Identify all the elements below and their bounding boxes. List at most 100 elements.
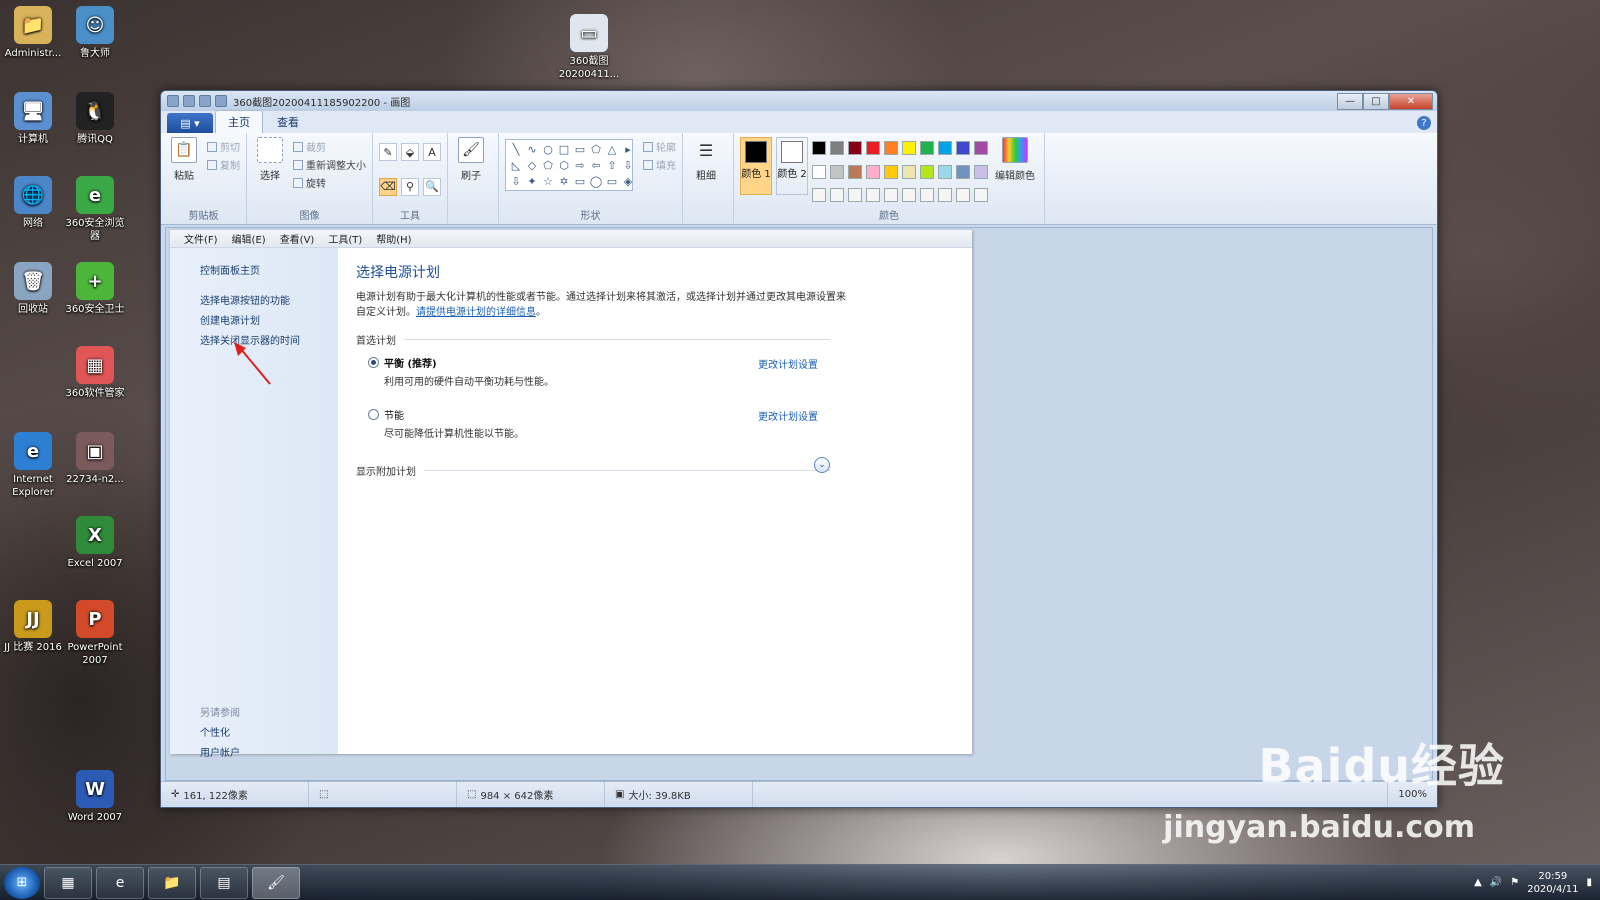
palette-swatch[interactable] <box>812 164 826 179</box>
shape-item[interactable]: ◯ <box>589 175 603 189</box>
palette-swatch[interactable] <box>848 141 862 155</box>
color2-button[interactable]: 颜色 2 <box>776 137 808 195</box>
magnifier-icon[interactable]: 🔍 <box>423 177 441 196</box>
palette-swatch[interactable] <box>884 188 898 203</box>
desktop-icon[interactable]: ☺ 鲁大师 <box>62 6 128 60</box>
shape-item[interactable]: ▭ <box>605 175 619 189</box>
clock[interactable]: 20:59 2020/4/11 <box>1527 870 1578 896</box>
shape-item[interactable]: ⇨ <box>573 159 587 173</box>
shape-item[interactable]: ▸ <box>621 143 635 157</box>
app-menu-button[interactable]: ▤ ▾ <box>167 113 213 133</box>
desktop-icon[interactable]: 🗑 回收站 <box>0 262 66 316</box>
taskbar-paint[interactable]: 🖌 <box>252 866 300 899</box>
shapes-gallery[interactable]: ╲ ∿ ○ □ ▭ ⬠ △ ▸ ◺ ◇ ⬠ ⬡ ⇨ ⇦ ⇧ ⇩ ⇩ ✦ ☆ ✡ ▭ ◯ ▭ ◈ <box>505 139 633 191</box>
fill-bucket-icon[interactable]: ⬙ <box>401 143 419 161</box>
shape-item[interactable]: □ <box>557 143 571 157</box>
desktop-icon[interactable]: W Word 2007 <box>62 770 128 824</box>
palette-swatch[interactable] <box>974 188 988 203</box>
desktop-icon[interactable]: e 360安全浏览器 <box>62 176 128 243</box>
tab-view[interactable]: 查看 <box>265 111 311 133</box>
paste-button[interactable]: 📋 粘贴 <box>167 137 201 208</box>
palette-swatch[interactable] <box>956 188 970 203</box>
network-icon[interactable]: ▲ <box>1474 877 1482 888</box>
shape-item[interactable]: △ <box>605 143 619 157</box>
palette-swatch[interactable] <box>812 141 826 155</box>
palette-swatch[interactable] <box>902 164 916 179</box>
undo-icon[interactable] <box>199 95 211 107</box>
desktop-icon[interactable]: P PowerPoint 2007 <box>62 600 128 667</box>
palette-swatch[interactable] <box>956 164 970 179</box>
shape-item[interactable]: ∿ <box>525 143 539 157</box>
flag-icon[interactable]: ⚑ <box>1510 877 1519 888</box>
palette-swatch[interactable] <box>920 141 934 155</box>
palette-swatch[interactable] <box>884 164 898 179</box>
close-button[interactable]: ✕ <box>1389 92 1433 110</box>
shape-item[interactable]: ✦ <box>525 175 539 189</box>
pencil-icon[interactable]: ✎ <box>379 143 397 161</box>
edit-colors-button[interactable]: 编辑颜色 <box>992 137 1038 208</box>
shape-item[interactable]: ⇧ <box>605 159 619 173</box>
palette-swatch[interactable] <box>902 188 916 203</box>
shape-item[interactable]: ▭ <box>573 143 587 157</box>
shape-item[interactable]: ☆ <box>541 175 555 189</box>
shape-item[interactable]: ○ <box>541 143 555 157</box>
palette-swatch[interactable] <box>866 188 880 203</box>
shape-item[interactable]: ✡ <box>557 175 571 189</box>
shape-item[interactable]: ◺ <box>509 159 523 173</box>
shape-item[interactable]: ▭ <box>573 175 587 189</box>
canvas-area[interactable]: 文件(F) 编辑(E) 查看(V) 工具(T) 帮助(H) 控制面板主页 选择电… <box>165 227 1433 781</box>
palette-swatch[interactable] <box>938 141 952 155</box>
palette-swatch[interactable] <box>956 141 970 155</box>
palette-swatch[interactable] <box>902 141 916 155</box>
shape-item[interactable]: ⬠ <box>541 159 555 173</box>
desktop-icon[interactable]: ▦ 360软件管家 <box>62 346 128 400</box>
palette-swatch[interactable] <box>920 188 934 203</box>
shape-item[interactable]: ⇩ <box>621 159 635 173</box>
taskbar-control-panel[interactable]: ▤ <box>200 866 248 899</box>
palette-swatch[interactable] <box>938 164 952 179</box>
shape-item[interactable]: ⇩ <box>509 175 523 189</box>
copy-button[interactable]: 复制 <box>207 157 240 172</box>
maximize-button[interactable]: □ <box>1363 92 1389 110</box>
palette-swatch[interactable] <box>938 188 952 203</box>
crop-button[interactable]: 裁剪 <box>293 139 366 154</box>
text-tool-icon[interactable]: A <box>423 143 441 161</box>
start-button[interactable]: ⊞ <box>4 866 40 899</box>
palette-swatch[interactable] <box>866 141 880 155</box>
color1-button[interactable]: 颜色 1 <box>740 137 772 195</box>
desktop-icon[interactable]: 🌐 网络 <box>0 176 66 230</box>
rotate-button[interactable]: 旋转 <box>293 175 366 190</box>
desktop-icon[interactable]: +360安全卫士 <box>62 262 128 316</box>
palette-swatch[interactable] <box>866 164 880 179</box>
taskbar-360-software[interactable]: ▦ <box>44 866 92 899</box>
volume-icon[interactable]: 🔊 <box>1490 877 1502 888</box>
redo-icon[interactable] <box>215 95 227 107</box>
size-button[interactable]: ☰ 粗细 <box>689 137 723 208</box>
shape-item[interactable]: ⬡ <box>557 159 571 173</box>
shape-item[interactable]: ⇦ <box>589 159 603 173</box>
shape-item[interactable]: ╲ <box>509 143 523 157</box>
palette-swatch[interactable] <box>848 188 862 203</box>
desktop-icon[interactable]: JJ JJ 比赛 2016 <box>0 600 66 654</box>
minimize-button[interactable]: — <box>1337 92 1363 110</box>
resize-button[interactable]: 重新调整大小 <box>293 157 366 172</box>
taskbar-360-browser[interactable]: e <box>96 866 144 899</box>
help-icon[interactable]: ? <box>1417 116 1431 130</box>
canvas-image[interactable]: 文件(F) 编辑(E) 查看(V) 工具(T) 帮助(H) 控制面板主页 选择电… <box>170 230 972 759</box>
shape-item[interactable]: ◇ <box>525 159 539 173</box>
palette-swatch[interactable] <box>830 188 844 203</box>
cut-button[interactable]: 剪切 <box>207 139 240 154</box>
palette-swatch[interactable] <box>920 164 934 179</box>
desktop-icon[interactable]: 📁 Administr... <box>0 6 66 60</box>
save-icon[interactable] <box>183 95 195 107</box>
palette-swatch[interactable] <box>974 164 988 179</box>
taskbar-explorer[interactable]: 📁 <box>148 866 196 899</box>
desktop-icon[interactable]: 🐧 腾讯QQ <box>62 92 128 146</box>
eraser-icon[interactable]: ⌫ <box>379 177 397 196</box>
tab-home[interactable]: 主页 <box>215 110 263 133</box>
show-desktop-icon[interactable]: ▮ <box>1586 877 1592 888</box>
shape-item[interactable]: ⬠ <box>589 143 603 157</box>
desktop-icon[interactable]: ▭ 360截图 20200411... <box>556 14 622 81</box>
brushes-button[interactable]: 🖌 刷子 <box>454 137 488 208</box>
desktop-icon[interactable]: ▣ 22734-n2... <box>62 432 128 486</box>
